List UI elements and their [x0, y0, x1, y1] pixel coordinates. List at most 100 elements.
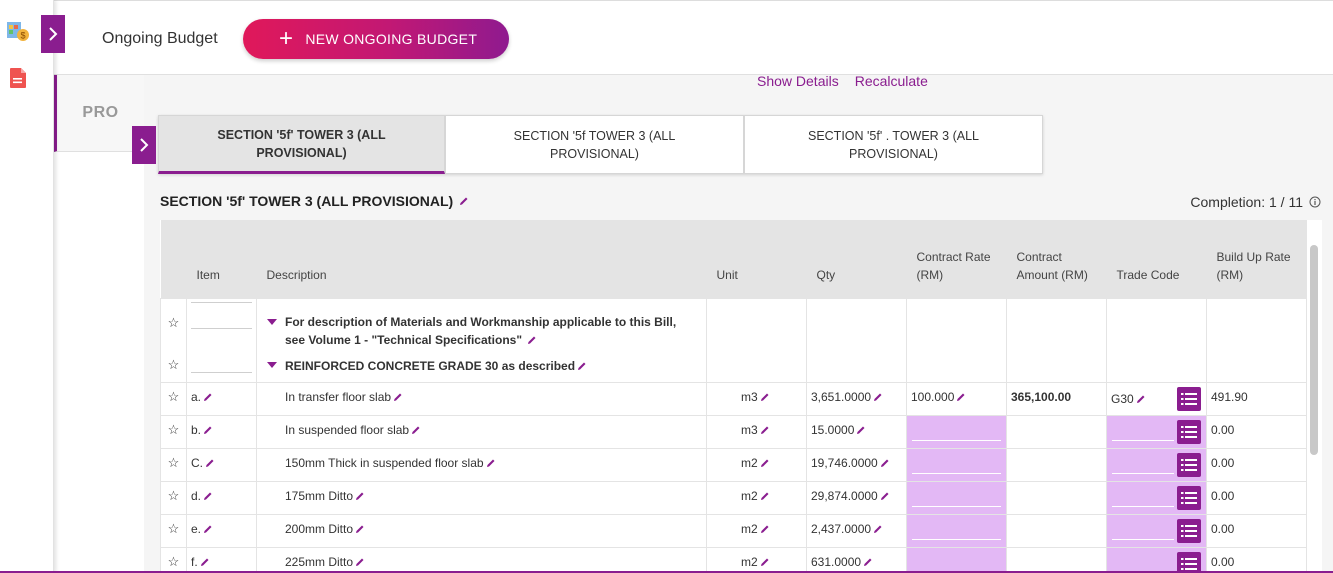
info-icon[interactable] — [1309, 196, 1321, 208]
item-cell[interactable]: f. — [186, 546, 257, 573]
trade-code-list-button[interactable] — [1177, 452, 1201, 477]
unit-cell[interactable]: m2 — [706, 447, 807, 482]
trade-code-list-button[interactable] — [1177, 419, 1201, 444]
section-tab-1[interactable]: SECTION '5f' TOWER 3 (ALL PROVISIONAL) — [158, 115, 445, 174]
item-input[interactable] — [191, 347, 252, 373]
trade-code-list-button[interactable] — [1177, 386, 1201, 411]
item-cell[interactable]: e. — [186, 513, 257, 548]
contract-rate-input[interactable] — [906, 480, 1007, 515]
edit-pencil-icon[interactable] — [203, 491, 213, 501]
edit-pencil-icon[interactable] — [459, 196, 469, 206]
edit-pencil-icon[interactable] — [355, 524, 365, 534]
show-details-link[interactable]: Show Details — [757, 73, 839, 89]
edit-pencil-icon[interactable] — [203, 524, 213, 534]
edit-pencil-icon[interactable] — [760, 425, 770, 435]
description-cell[interactable]: 225mm Ditto — [256, 546, 707, 573]
expand-rail-button[interactable] — [41, 15, 65, 53]
edit-pencil-icon[interactable] — [393, 392, 403, 402]
expand-section-button[interactable] — [132, 126, 156, 164]
trade-code-input[interactable] — [1106, 447, 1207, 482]
edit-pencil-icon[interactable] — [760, 491, 770, 501]
edit-pencil-icon[interactable] — [956, 392, 966, 402]
contract-rate-input[interactable] — [906, 513, 1007, 548]
trade-code-list-button[interactable] — [1177, 518, 1201, 543]
unit-cell[interactable]: m3 — [706, 414, 807, 449]
unit-cell[interactable]: m3 — [706, 381, 807, 416]
description-cell[interactable]: In transfer floor slab — [256, 381, 707, 416]
contract-rate-input[interactable] — [906, 414, 1007, 449]
description-note: For description of Materials and Workman… — [261, 313, 702, 349]
edit-pencil-icon[interactable] — [880, 458, 890, 468]
project-tab-pro[interactable]: PRO — [54, 75, 144, 152]
star-icon[interactable]: ☆ — [160, 447, 187, 482]
star-icon[interactable]: ☆ — [160, 381, 187, 416]
edit-pencil-icon[interactable] — [760, 557, 770, 567]
description-text: 175mm Ditto — [285, 488, 354, 503]
item-cell[interactable]: d. — [186, 480, 257, 515]
item-cell[interactable]: C. — [186, 447, 257, 482]
qty-cell[interactable]: 631.0000 — [806, 546, 907, 573]
edit-pencil-icon[interactable] — [527, 335, 537, 345]
qty-cell[interactable]: 2,437.0000 — [806, 513, 907, 548]
edit-pencil-icon[interactable] — [203, 425, 213, 435]
star-icon[interactable]: ☆ — [160, 513, 187, 548]
star-icon[interactable]: ☆ — [165, 315, 182, 331]
trade-code-input[interactable] — [1106, 414, 1207, 449]
trade-code-cell[interactable]: G30 — [1106, 381, 1207, 416]
qty-cell[interactable]: 15.0000 — [806, 414, 907, 449]
edit-pencil-icon[interactable] — [205, 458, 215, 468]
edit-pencil-icon[interactable] — [486, 458, 496, 468]
edit-pencil-icon[interactable] — [203, 392, 213, 402]
item-label: C. — [191, 455, 203, 470]
contract-rate-cell[interactable]: 100.000 — [906, 381, 1007, 416]
section-tab-2[interactable]: SECTION '5f TOWER 3 (ALL PROVISIONAL) — [445, 115, 744, 174]
edit-pencil-icon[interactable] — [856, 425, 866, 435]
edit-pencil-icon[interactable] — [873, 524, 883, 534]
edit-pencil-icon[interactable] — [411, 425, 421, 435]
item-cell[interactable]: a. — [186, 381, 257, 416]
trade-code-list-button[interactable] — [1177, 551, 1201, 573]
budget-icon[interactable]: $ — [6, 20, 30, 42]
section-tab-3[interactable]: SECTION '5f' . TOWER 3 (ALL PROVISIONAL) — [744, 115, 1043, 174]
star-icon[interactable]: ☆ — [160, 546, 187, 573]
edit-pencil-icon[interactable] — [873, 392, 883, 402]
description-cell[interactable]: 150mm Thick in suspended floor slab — [256, 447, 707, 482]
edit-pencil-icon[interactable] — [880, 491, 890, 501]
contract-rate-input[interactable] — [906, 546, 1007, 573]
edit-pencil-icon[interactable] — [355, 557, 365, 567]
edit-pencil-icon[interactable] — [760, 524, 770, 534]
collapse-triangle-icon[interactable] — [267, 318, 277, 325]
trade-code-input[interactable] — [1106, 546, 1207, 573]
table-header-row: Item Description Unit Qty Contract Rate … — [160, 220, 1307, 298]
item-input[interactable] — [191, 303, 252, 329]
description-cell[interactable]: In suspended floor slab — [256, 414, 707, 449]
description-cell[interactable]: 175mm Ditto — [256, 480, 707, 515]
trade-code-input[interactable] — [1106, 513, 1207, 548]
qty-cell[interactable]: 3,651.0000 — [806, 381, 907, 416]
new-ongoing-budget-button[interactable]: + NEW ONGOING BUDGET — [243, 19, 509, 59]
table-scrollbar[interactable] — [1310, 245, 1318, 455]
trade-code-input[interactable] — [1106, 480, 1207, 515]
recalculate-link[interactable]: Recalculate — [855, 73, 928, 89]
unit-cell[interactable]: m2 — [706, 513, 807, 548]
edit-pencil-icon[interactable] — [1136, 394, 1146, 404]
contract-rate-input[interactable] — [906, 447, 1007, 482]
unit-cell[interactable]: m2 — [706, 480, 807, 515]
qty-cell[interactable]: 29,874.0000 — [806, 480, 907, 515]
item-cell[interactable]: b. — [186, 414, 257, 449]
edit-pencil-icon[interactable] — [760, 392, 770, 402]
star-icon[interactable]: ☆ — [165, 357, 182, 373]
star-icon[interactable]: ☆ — [160, 480, 187, 515]
edit-pencil-icon[interactable] — [863, 557, 873, 567]
edit-pencil-icon[interactable] — [200, 557, 210, 567]
pdf-file-icon[interactable] — [9, 67, 27, 89]
unit-cell[interactable]: m2 — [706, 546, 807, 573]
collapse-triangle-icon[interactable] — [267, 362, 277, 369]
star-icon[interactable]: ☆ — [160, 414, 187, 449]
edit-pencil-icon[interactable] — [760, 458, 770, 468]
description-cell[interactable]: 200mm Ditto — [256, 513, 707, 548]
trade-code-list-button[interactable] — [1177, 485, 1201, 510]
edit-pencil-icon[interactable] — [355, 491, 365, 501]
qty-cell[interactable]: 19,746.0000 — [806, 447, 907, 482]
edit-pencil-icon[interactable] — [577, 361, 587, 371]
